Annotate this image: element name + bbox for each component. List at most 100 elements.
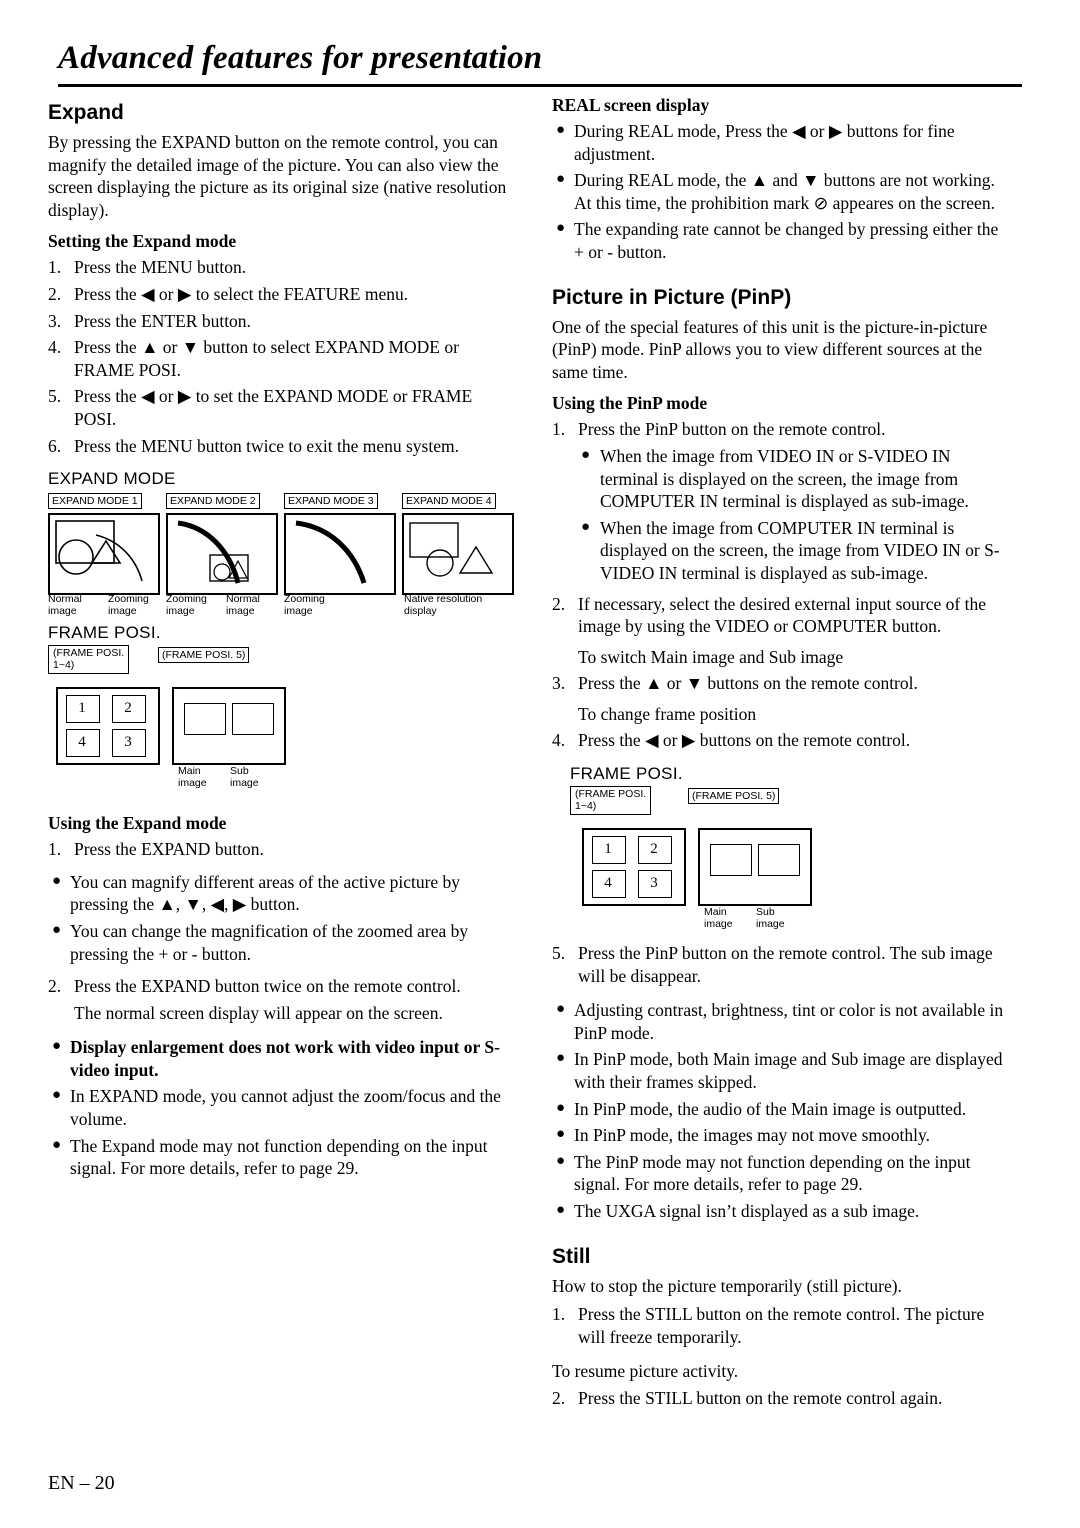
frame-posi-main-sub-figure: [172, 687, 286, 766]
list-item: 5. Press the ◀ or ▶ to set the EXPAND MOD…: [48, 385, 508, 430]
left-column: Expand By pressing the EXPAND button on …: [48, 95, 514, 1184]
frame-posi-figures-left: (FRAME POSI. 1~4) (FRAME POSI. 5) 1 2 4 3: [48, 645, 508, 795]
bullet-icon: ●: [581, 446, 591, 463]
bullet-icon: ●: [556, 1050, 566, 1067]
right-column: REAL screen display ● During REAL mode, P…: [552, 95, 1012, 1414]
setting-expand-heading: Setting the Expand mode: [48, 231, 237, 252]
step-number: 6.: [48, 435, 62, 456]
quadrant-4: 4: [78, 734, 86, 751]
step-number: 1.: [48, 839, 62, 860]
note-text: Adjusting contrast, brightness, tint or …: [574, 1000, 1004, 1043]
step-text: If necessary, select the desired externa…: [578, 593, 986, 637]
list-item: 5. Press the PinP button on the remote co…: [552, 942, 1012, 987]
list-item: ● The Expand mode may not function depend…: [48, 1135, 508, 1180]
bullet-icon: ●: [52, 921, 62, 938]
bullet-icon: ●: [556, 1152, 566, 1169]
list-item: ● When the image from COMPUTER IN termina…: [578, 517, 1012, 585]
expand-notes: ● Display enlargement does not work with …: [48, 1036, 508, 1180]
bullet-icon: ●: [581, 518, 591, 535]
list-item: 1. Press the MENU button.: [48, 256, 508, 279]
step-number: 3.: [48, 310, 62, 331]
expand-mode-2-caption-right: Normal image: [226, 593, 260, 618]
step-number: 2.: [552, 593, 566, 614]
step-text: Press the MENU button twice to exit the …: [74, 435, 459, 456]
sub-image-caption-right: Sub image: [756, 906, 785, 931]
quadrant-1: 1: [78, 700, 86, 717]
step-number: 4.: [48, 337, 62, 358]
step-text: Press the EXPAND button.: [74, 839, 264, 860]
list-item: 2. Press the EXPAND button twice on the r…: [48, 975, 508, 998]
expand-heading: Expand: [48, 101, 124, 124]
quadrant-3: 3: [650, 875, 658, 892]
list-item: 3. Press the ▲ or ▼ buttons on the remote…: [552, 672, 1012, 695]
list-item: ● You can magnify different areas of the …: [48, 871, 508, 916]
pinp-heading: Picture in Picture (PinP): [552, 285, 792, 309]
bullet-icon: ●: [556, 122, 566, 138]
expand-mode-1-figure: [48, 513, 160, 596]
list-item: ● Adjusting contrast, brightness, tint or…: [552, 999, 1012, 1044]
quadrant-1: 1: [604, 841, 612, 858]
frame-posi-1-4-label: (FRAME POSI. 1~4): [48, 645, 130, 675]
list-item: 4. Press the ◀ or ▶ buttons on the remote…: [552, 729, 1012, 752]
using-expand-heading: Using the Expand mode: [48, 813, 227, 834]
bullet-text: During REAL mode, the ▲ and ▼ buttons ar…: [574, 170, 995, 213]
frame-posi-quadrant-figure-right: 1 2 4 3: [582, 828, 686, 907]
step-number: 1.: [552, 419, 566, 440]
step-text: Press the ◀ or ▶ to set the EXPAND MODE …: [74, 386, 473, 429]
expand-mode-figure-label: EXPAND MODE: [48, 469, 176, 489]
step-text: Press the PinP button on the remote cont…: [578, 419, 886, 440]
real-screen-heading: REAL screen display: [552, 95, 710, 115]
pinp-after-steps: 5. Press the PinP button on the remote co…: [552, 942, 1012, 987]
bullet-icon: ●: [52, 872, 62, 889]
frame-posi-figure-label-left: FRAME POSI.: [48, 623, 161, 643]
list-item: ● The PinP mode may not function dependin…: [552, 1151, 1012, 1196]
expand-intro: By pressing the EXPAND button on the rem…: [48, 132, 507, 220]
list-item: 1. Press the EXPAND button.: [48, 838, 508, 861]
list-item: 6. Press the MENU button twice to exit th…: [48, 435, 508, 458]
step-number: 3.: [552, 673, 566, 694]
pinp-notes: ● Adjusting contrast, brightness, tint or…: [552, 999, 1012, 1222]
frame-posi-main-sub-figure-right: [698, 828, 812, 907]
using-pinp-heading: Using the PinP mode: [552, 393, 708, 414]
note-text: Display enlargement does not work with v…: [70, 1037, 500, 1080]
list-item: 1. Press the PinP button on the remote co…: [552, 418, 1012, 441]
bullet-icon: ●: [556, 220, 566, 237]
list-item: 3. Press the ENTER button.: [48, 310, 508, 333]
page-footer: EN – 20: [48, 1472, 115, 1494]
bullet-text: You can magnify different areas of the a…: [70, 871, 461, 915]
switch-images-note: To switch Main image and Sub image: [578, 646, 844, 667]
expand-mode-1-caption-left: Normal image: [48, 593, 82, 618]
step-text: Press the ▲ or ▼ buttons on the remote c…: [578, 673, 918, 694]
list-item: ● In PinP mode, the audio of the Main ima…: [552, 1098, 1012, 1121]
bullet-icon: ●: [556, 1202, 566, 1218]
list-item: 2. Press the STILL button on the remote c…: [552, 1387, 1012, 1410]
list-item: ● In PinP mode, the images may not move s…: [552, 1124, 1012, 1147]
expand-mode-1-label: EXPAND MODE 1: [48, 493, 142, 510]
step-number: 1.: [552, 1304, 566, 1325]
manual-page: Advanced features for presentation Expan…: [0, 0, 1080, 1528]
frame-posi-quadrant-figure: 1 2 4 3: [56, 687, 160, 766]
expand-mode-figures: EXPAND MODE 1 Normal image Zooming image E…: [48, 491, 514, 617]
bullet-text: When the image from VIDEO IN or S-VIDEO …: [600, 445, 969, 512]
bullet-icon: ●: [52, 1038, 62, 1055]
bullet-text: During REAL mode, Press the ◀ or ▶ butto…: [574, 121, 955, 164]
list-item: 4. Press the ▲ or ▼ button to select EXPA…: [48, 336, 508, 381]
using-pinp-items: 1. Press the PinP button on the remote co…: [552, 418, 1012, 752]
step-number: 1.: [48, 257, 62, 278]
note-text: The PinP mode may not function depending…: [574, 1151, 971, 1195]
list-item: 2. Press the ◀ or ▶ to select the FEATURE…: [48, 283, 508, 306]
step-number: 2.: [552, 1387, 566, 1408]
bullet-icon: ●: [52, 1087, 62, 1104]
list-item: 2. If necessary, select the desired exter…: [552, 593, 1012, 638]
expand-mode-3-label: EXPAND MODE 3: [284, 493, 378, 510]
list-item: ● The UXGA signal isn’t displayed as a su…: [552, 1200, 1012, 1223]
step-number: 2.: [48, 283, 62, 304]
note-text: In PinP mode, the images may not move sm…: [574, 1125, 930, 1146]
step-text: Press the PinP button on the remote cont…: [578, 943, 993, 986]
main-image-caption: Main image: [178, 765, 207, 790]
step-number: 4.: [552, 730, 566, 751]
frame-posi-5-label: (FRAME POSI. 5): [158, 647, 250, 664]
list-item: ● Display enlargement does not work with …: [48, 1036, 508, 1081]
main-image-caption-right: Main image: [704, 906, 733, 931]
quadrant-3: 3: [124, 734, 132, 751]
